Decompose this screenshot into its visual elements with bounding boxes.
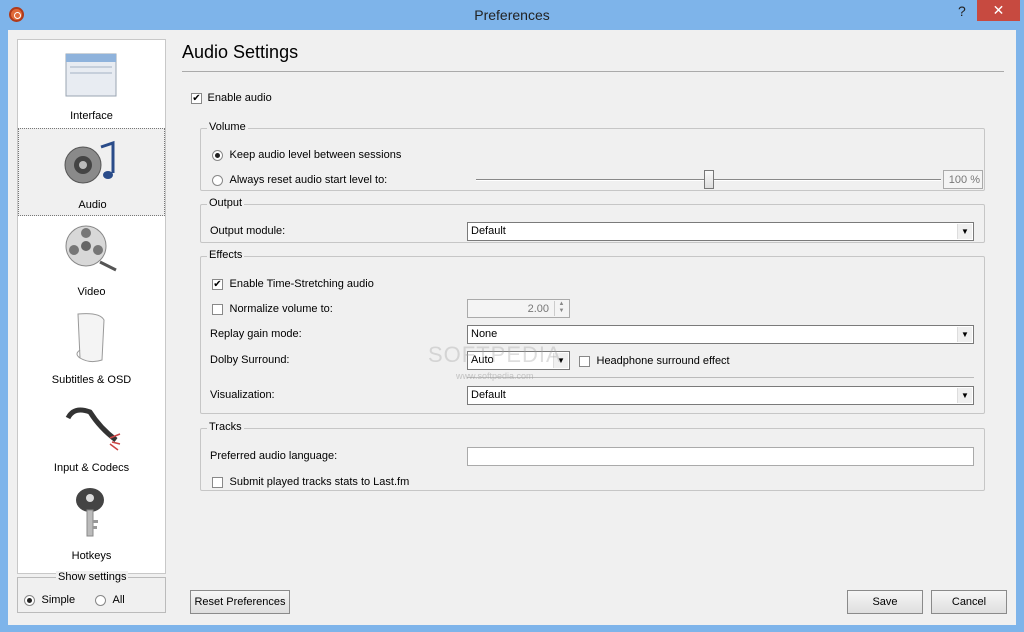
all-label: All — [112, 594, 125, 606]
keep-level-row[interactable]: Keep audio level between sessions — [212, 148, 401, 161]
simple-label: Simple — [41, 594, 76, 606]
tracks-group: Tracks Preferred audio language: Submit … — [200, 421, 985, 491]
lastfm-label: Submit played tracks stats to Last.fm — [229, 476, 410, 488]
volume-group: Volume Keep audio level between sessions… — [200, 121, 985, 191]
visualization-label: Visualization: — [210, 389, 275, 401]
show-settings-label: Show settings — [56, 571, 129, 583]
input-codecs-icon — [65, 407, 121, 451]
chevron-down-icon: ▼ — [957, 224, 972, 239]
time-stretch-row[interactable]: ✔ Enable Time-Stretching audio — [212, 277, 374, 290]
help-button[interactable]: ? — [958, 3, 970, 19]
output-group: Output Output module: Default ▼ — [200, 197, 985, 243]
headphone-row[interactable]: Headphone surround effect — [579, 354, 730, 367]
effects-divider — [467, 377, 974, 378]
tracks-group-title: Tracks — [207, 421, 244, 433]
enable-audio-row[interactable]: ✔ Enable audio — [191, 91, 272, 104]
sidebar-item-label: Hotkeys — [71, 550, 112, 562]
preferred-language-label: Preferred audio language: — [210, 450, 338, 462]
time-stretch-label: Enable Time-Stretching audio — [229, 278, 374, 290]
audio-icon — [64, 140, 115, 184]
window-title: Preferences — [474, 7, 550, 23]
time-stretch-checkbox[interactable]: ✔ — [212, 278, 223, 290]
normalize-value: 2.00 — [527, 303, 549, 315]
all-radio-row[interactable]: All — [95, 593, 125, 606]
volume-level-field: 100 % — [943, 170, 983, 189]
watermark-sub: www.softpedia.com — [456, 371, 534, 381]
dolby-label: Dolby Surround: — [210, 354, 290, 366]
save-button[interactable]: Save — [847, 590, 923, 614]
output-module-label: Output module: — [210, 225, 286, 237]
effects-group: Effects ✔ Enable Time-Stretching audio N… — [200, 249, 985, 414]
video-icon — [65, 225, 117, 272]
effects-group-title: Effects — [207, 249, 245, 261]
watermark: SOFTPEDIA — [428, 342, 562, 367]
visualization-value: Default — [471, 389, 506, 401]
sidebar-item-label: Subtitles & OSD — [51, 374, 132, 386]
title-bar: Preferences ? ✕ — [0, 0, 1024, 30]
sidebar-item-label: Interface — [70, 110, 113, 122]
sidebar-item-video[interactable]: Video — [18, 216, 165, 304]
keep-level-label: Keep audio level between sessions — [229, 149, 402, 161]
headphone-label: Headphone surround effect — [596, 355, 730, 367]
volume-slider-thumb[interactable] — [704, 170, 714, 189]
reset-preferences-button[interactable]: Reset Preferences — [190, 590, 290, 614]
always-reset-row[interactable]: Always reset audio start level to: — [212, 173, 387, 186]
sidebar-item-label: Audio — [78, 199, 107, 211]
interface-icon — [65, 53, 117, 97]
sidebar-item-interface[interactable]: Interface — [18, 40, 165, 128]
normalize-label: Normalize volume to: — [229, 303, 333, 315]
category-sidebar: Interface Audio Video Subtitles & OSD In… — [17, 39, 166, 574]
sidebar-item-audio[interactable]: Audio — [18, 128, 165, 216]
simple-radio[interactable] — [24, 594, 35, 606]
simple-radio-row[interactable]: Simple — [24, 593, 75, 606]
output-group-title: Output — [207, 197, 245, 209]
output-module-select[interactable]: Default ▼ — [467, 222, 974, 241]
sidebar-item-subtitles-osd[interactable]: Subtitles & OSD — [18, 304, 165, 392]
sidebar-item-label: Video — [77, 286, 106, 298]
client-area: Interface Audio Video Subtitles & OSD In… — [8, 30, 1016, 625]
keep-level-radio[interactable] — [212, 149, 223, 161]
sidebar-item-input-codecs[interactable]: Input & Codecs — [18, 392, 165, 480]
subtitles-icon — [76, 313, 105, 363]
chevron-down-icon: ▼ — [957, 388, 972, 403]
page-title: Audio Settings — [182, 42, 299, 62]
enable-audio-label: Enable audio — [207, 92, 272, 104]
visualization-select[interactable]: Default ▼ — [467, 386, 974, 405]
always-reset-radio[interactable] — [212, 174, 223, 186]
normalize-spinbox[interactable]: 2.00 ▲ ▼ — [467, 299, 570, 318]
cancel-button[interactable]: Cancel — [931, 590, 1007, 614]
preferences-window: Preferences ? ✕ Interface Audio Video Su… — [0, 0, 1024, 632]
preferred-language-input[interactable] — [467, 447, 974, 466]
lastfm-row[interactable]: Submit played tracks stats to Last.fm — [212, 475, 409, 488]
normalize-row[interactable]: Normalize volume to: — [212, 302, 333, 315]
output-module-value: Default — [471, 225, 506, 237]
all-radio[interactable] — [95, 594, 106, 606]
headphone-checkbox[interactable] — [579, 355, 590, 367]
spin-arrows-icon[interactable]: ▲ ▼ — [554, 301, 568, 316]
always-reset-label: Always reset audio start level to: — [229, 174, 388, 186]
sidebar-item-label: Input & Codecs — [53, 462, 130, 474]
replay-gain-value: None — [471, 328, 498, 340]
chevron-down-icon: ▼ — [957, 327, 972, 342]
lastfm-checkbox[interactable] — [212, 476, 223, 488]
hotkeys-icon — [76, 488, 104, 537]
replay-gain-label: Replay gain mode: — [210, 328, 302, 340]
close-button[interactable]: ✕ — [977, 0, 1020, 21]
sidebar-item-hotkeys[interactable]: Hotkeys — [18, 480, 165, 568]
enable-audio-checkbox[interactable]: ✔ — [191, 92, 202, 104]
normalize-checkbox[interactable] — [212, 303, 223, 315]
title-divider — [182, 71, 1004, 72]
show-settings-group: Show settings Simple All — [17, 571, 166, 613]
volume-group-title: Volume — [207, 121, 248, 133]
